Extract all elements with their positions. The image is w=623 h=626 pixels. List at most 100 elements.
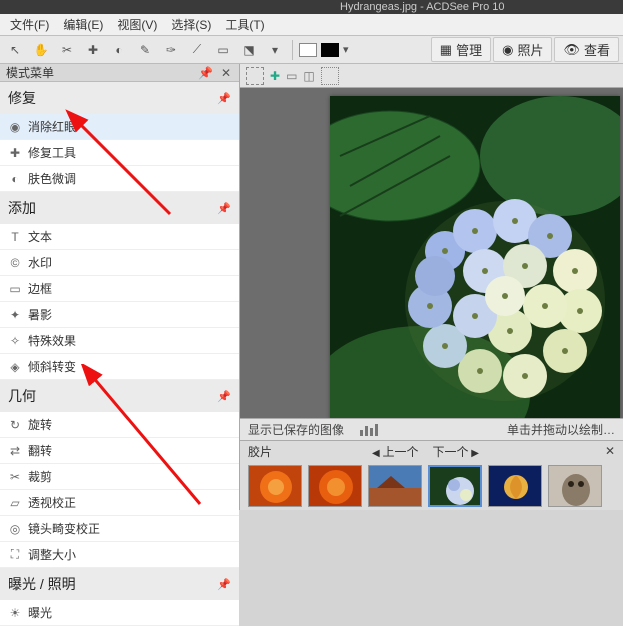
menu-file[interactable]: 文件(F) [4, 14, 55, 35]
tool-item[interactable]: ✂裁剪 [0, 464, 239, 490]
mode-manage-button[interactable]: ▦ 管理 [431, 37, 491, 62]
filmstrip: 胶片 ◀ 上一个 下一个 ▶ ✕ [240, 440, 623, 510]
tool-item[interactable]: ◉ 消除红眼 [0, 114, 239, 140]
tool-dropdown-icon[interactable]: ▾ [264, 39, 286, 61]
marquee-rect-icon[interactable] [246, 67, 264, 85]
tool-item[interactable]: ◎镜头畸变校正 [0, 516, 239, 542]
tool-item-icon: ⛶ [8, 547, 22, 562]
group-header[interactable]: 几何📌 [0, 380, 239, 412]
group-header[interactable]: 添加📌 [0, 192, 239, 224]
thumbnail[interactable] [488, 465, 542, 507]
menu-edit[interactable]: 编辑(E) [57, 14, 109, 35]
tool-item-icon: ✦ [8, 308, 22, 322]
tool-heal[interactable]: ✚ [82, 39, 104, 61]
tool-item-label: 水印 [28, 254, 52, 271]
thumbnail[interactable] [248, 465, 302, 507]
marquee-ellipse-icon[interactable] [321, 67, 339, 85]
tool-item-icon: ⇄ [8, 444, 22, 458]
viewer-area: ✚ ▭ ◫ [240, 64, 623, 510]
thumbnail[interactable] [548, 465, 602, 507]
tool-item[interactable]: ⛶ 调整大小 [0, 542, 239, 568]
tool-brush[interactable]: ✎ [134, 39, 156, 61]
tool-line[interactable]: ⟋ [186, 39, 208, 61]
thumbnail[interactable] [368, 465, 422, 507]
tool-item[interactable]: ▭边框 [0, 276, 239, 302]
side-panel: 模式菜单 📌 ✕ 修复📌◉消除红眼✚修复工具◐肤色微调添加📌T文本©水印▭边框✦… [0, 64, 240, 510]
tool-item-label: 镜头畸变校正 [28, 520, 100, 537]
group-header[interactable]: 曝光 / 照明📌 [0, 568, 239, 600]
marquee-intersect-icon[interactable]: ◫ [303, 69, 314, 83]
thumbnail-selected[interactable] [428, 465, 482, 507]
histogram-icon[interactable] [360, 424, 378, 436]
tool-item-label: 肤色微调 [28, 170, 76, 187]
status-bar: 显示已保存的图像 单击并拖动以绘制… [240, 418, 623, 440]
mode-photo-button[interactable]: ◉ 照片 [493, 37, 552, 62]
tool-item[interactable]: ✧特殊效果 [0, 328, 239, 354]
pin-icon[interactable]: 📌 [217, 390, 231, 403]
tool-item-icon: ◈ [8, 360, 22, 374]
pin-icon[interactable]: 📌 [217, 202, 231, 215]
group-title-label: 修复 [8, 88, 36, 108]
marquee-add-icon[interactable]: ✚ [270, 69, 280, 83]
tool-item-icon: ✚ [8, 146, 22, 160]
hydrangea-image [330, 96, 620, 418]
tool-item[interactable]: T文本 [0, 224, 239, 250]
filmstrip-close-icon[interactable]: ✕ [605, 444, 615, 458]
menu-select[interactable]: 选择(S) [165, 14, 217, 35]
tool-shape[interactable]: ⬔ [238, 39, 260, 61]
tool-item[interactable]: ✚修复工具 [0, 140, 239, 166]
panel-title: 模式菜单 [6, 64, 54, 81]
main-area: 模式菜单 📌 ✕ 修复📌◉消除红眼✚修复工具◐肤色微调添加📌T文本©水印▭边框✦… [0, 64, 623, 510]
tool-item[interactable]: ◈倾斜转变 [0, 354, 239, 380]
swatch-caret-icon[interactable]: ▾ [343, 43, 349, 56]
tool-hand[interactable]: ✋ [30, 39, 52, 61]
tool-item-label: 翻转 [28, 442, 52, 459]
menu-tools[interactable]: 工具(T) [219, 14, 270, 35]
tool-item-icon: ↻ [8, 418, 22, 432]
menu-bar: 文件(F) 编辑(E) 视图(V) 选择(S) 工具(T) [0, 14, 623, 36]
camera-icon: ◉ [502, 42, 513, 58]
separator [292, 40, 293, 60]
tool-item-icon: ✂ [8, 470, 22, 484]
tool-bar: ↖ ✋ ✂ ✚ ◐ ✎ ✑ ⟋ ▭ ⬔ ▾ ▾ ▦ 管理 ◉ 照片 👁 查看 [0, 36, 623, 64]
panel-pin-icon[interactable]: 📌 [196, 66, 215, 80]
tool-item[interactable]: ⇄ 翻转 [0, 438, 239, 464]
group-header[interactable]: 修复 📌 [0, 82, 239, 114]
tool-crop[interactable]: ✂ [56, 39, 78, 61]
status-saved-label[interactable]: 显示已保存的图像 [248, 421, 344, 438]
tool-item[interactable]: ☀曝光 [0, 600, 239, 626]
mode-manage-label: 管理 [456, 40, 482, 59]
tool-item-label: 边框 [28, 280, 52, 297]
window-title: Hydrangeas.jpg - ACDSee Pro 10 [0, 0, 623, 14]
tool-item[interactable]: ◐肤色微调 [0, 166, 239, 192]
filmstrip-next[interactable]: 下一个 ▶ [433, 443, 479, 460]
tool-item[interactable]: ▱透视校正 [0, 490, 239, 516]
tool-rect[interactable]: ▭ [212, 39, 234, 61]
thumbnail-strip[interactable] [240, 461, 623, 510]
tool-item-label: 曝光 [28, 604, 52, 621]
tool-item-icon: ◉ [8, 120, 22, 134]
tool-eyedropper[interactable]: ✑ [160, 39, 182, 61]
tool-clone[interactable]: ◐ [108, 39, 130, 61]
swatch-black[interactable] [321, 43, 339, 57]
pin-icon[interactable]: 📌 [217, 578, 231, 591]
pin-icon[interactable]: 📌 [217, 92, 231, 105]
tool-item-label: 消除红眼 [28, 118, 76, 135]
tool-item-icon: ▱ [8, 496, 22, 510]
filmstrip-prev[interactable]: ◀ 上一个 [372, 443, 418, 460]
tool-item[interactable]: ©水印 [0, 250, 239, 276]
tool-item-label: 调整大小 [28, 546, 76, 563]
mode-photo-label: 照片 [517, 40, 543, 59]
panel-close-icon[interactable]: ✕ [219, 66, 233, 80]
image-viewport[interactable] [240, 88, 623, 418]
swatch-white[interactable] [299, 43, 317, 57]
marquee-sub-icon[interactable]: ▭ [286, 69, 297, 83]
menu-view[interactable]: 视图(V) [111, 14, 163, 35]
tool-item[interactable]: ✦暑影 [0, 302, 239, 328]
tool-item[interactable]: ↻旋转 [0, 412, 239, 438]
mode-view-button[interactable]: 👁 查看 [554, 37, 619, 62]
image-canvas[interactable] [330, 96, 620, 418]
tool-item-icon: ✧ [8, 334, 22, 348]
tool-pointer[interactable]: ↖ [4, 39, 26, 61]
thumbnail[interactable] [308, 465, 362, 507]
